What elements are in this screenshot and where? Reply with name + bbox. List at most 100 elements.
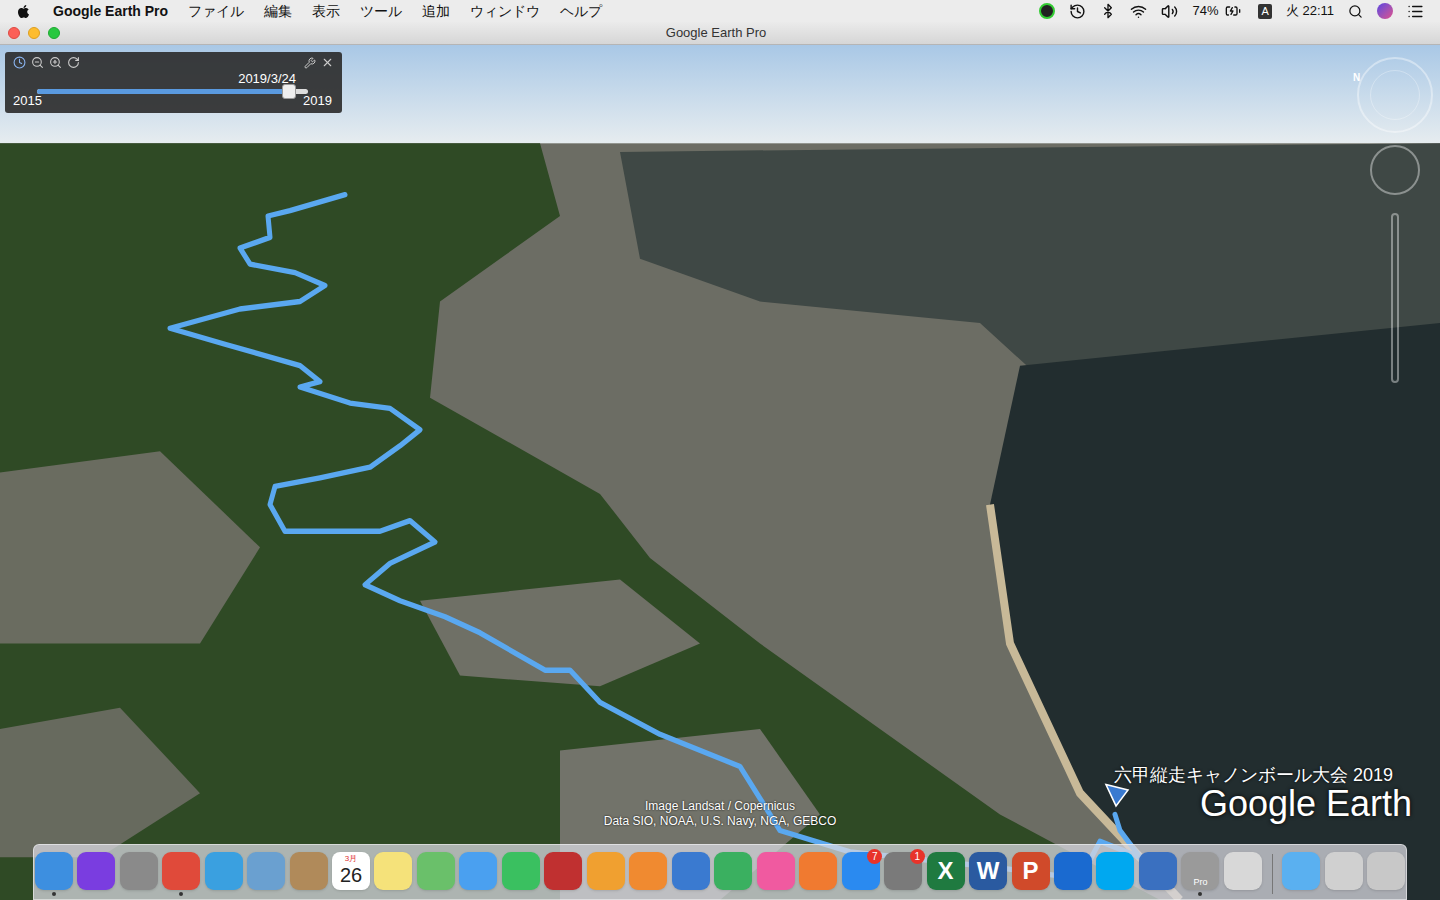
zoom-out-icon[interactable] <box>31 56 44 69</box>
compass-north[interactable]: N <box>1353 73 1360 83</box>
dock-item[interactable] <box>714 852 753 896</box>
time-machine-icon[interactable] <box>1069 3 1086 20</box>
dock-item[interactable] <box>1223 852 1262 896</box>
menu-item[interactable]: ファイル <box>188 1 244 22</box>
slider-fill <box>37 89 289 94</box>
running-dot <box>774 892 778 896</box>
dock-item[interactable]: Pro <box>1181 852 1220 896</box>
app-menu[interactable]: Google Earth Pro <box>53 1 168 22</box>
dock-item[interactable] <box>629 852 668 896</box>
dock-item[interactable] <box>756 852 795 896</box>
menu-item[interactable]: 表示 <box>312 1 340 22</box>
dock-item[interactable] <box>1282 852 1321 896</box>
clock[interactable]: 火 22:11 <box>1286 1 1334 21</box>
dock-item[interactable]: 3月26 <box>331 852 370 896</box>
dock-item[interactable] <box>76 852 115 896</box>
zoom-button[interactable] <box>48 27 60 39</box>
dock-item[interactable] <box>544 852 583 896</box>
battery-icon[interactable] <box>1222 3 1244 19</box>
dock-item[interactable]: 7 <box>841 852 880 896</box>
dock-item[interactable] <box>416 852 455 896</box>
navigation-controls[interactable]: N <box>1356 57 1434 383</box>
attribution: Image Landsat / CopernicusData SIO, NOAA… <box>560 799 880 829</box>
dock-item[interactable]: X <box>926 852 965 896</box>
input-source[interactable]: A <box>1258 4 1271 19</box>
attribution-line: Data SIO, NOAA, U.S. Navy, NGA, GEBCO <box>604 814 837 829</box>
menu-bar: Google Earth Proファイル編集表示ツール追加ウィンドウヘルプ74%… <box>0 0 1440 22</box>
badge: 7 <box>867 849 882 864</box>
dock-item[interactable] <box>586 852 625 896</box>
title-bar: Google Earth Pro <box>0 22 1440 45</box>
menu-item[interactable]: 追加 <box>422 1 450 22</box>
app-icon <box>35 852 73 890</box>
dock-item[interactable] <box>459 852 498 896</box>
volume-icon[interactable] <box>1161 3 1178 20</box>
running-dot <box>264 892 268 896</box>
zoom-slider[interactable] <box>1391 213 1399 383</box>
app-icon <box>714 852 752 890</box>
siri-icon[interactable] <box>1377 3 1393 19</box>
menu-item[interactable]: ツール <box>360 1 402 22</box>
app-icon <box>1054 852 1092 890</box>
app-icon <box>544 852 582 890</box>
dock-item[interactable]: 1 <box>883 852 922 896</box>
dock-item[interactable] <box>289 852 328 896</box>
repeat-icon[interactable] <box>67 56 80 69</box>
running-dot <box>519 892 523 896</box>
menu-item[interactable]: ヘルプ <box>560 1 602 22</box>
close-icon[interactable] <box>321 56 334 69</box>
running-dot <box>1198 892 1202 896</box>
track-label[interactable]: 六甲縦走キャノンボール大会 2019 <box>1114 764 1393 786</box>
close-button[interactable] <box>8 27 20 39</box>
bluetooth-icon[interactable] <box>1100 3 1116 19</box>
move-control[interactable] <box>1370 145 1420 195</box>
look-control[interactable]: N <box>1357 57 1433 133</box>
dock-item[interactable]: W <box>968 852 1007 896</box>
running-dot <box>986 892 990 896</box>
dock-item[interactable] <box>501 852 540 896</box>
range-start: 2015 <box>13 93 42 108</box>
running-dot <box>1113 892 1117 896</box>
running-dot <box>1384 892 1388 896</box>
running-dot <box>1299 892 1303 896</box>
dock-item[interactable] <box>1053 852 1092 896</box>
dock-item[interactable] <box>246 852 285 896</box>
dock-item[interactable] <box>1324 852 1363 896</box>
clock-icon[interactable] <box>13 56 26 69</box>
slider-thumb[interactable] <box>282 84 296 99</box>
track-line[interactable] <box>170 195 1140 879</box>
zoom-in-icon[interactable] <box>49 56 62 69</box>
apple-icon[interactable] <box>16 4 31 19</box>
app-icon <box>120 852 158 890</box>
dock-item[interactable] <box>1367 852 1406 896</box>
dock: 3月26 71XWP Pro <box>33 844 1407 900</box>
dock-item[interactable] <box>1096 852 1135 896</box>
running-dot <box>349 892 353 896</box>
map-view[interactable]: 2019/3/2420152019N六甲縦走キャノンボール大会 2019Goog… <box>0 45 1440 900</box>
dock-item[interactable] <box>204 852 243 896</box>
dock-item[interactable] <box>374 852 413 896</box>
notification-icon[interactable] <box>1407 3 1424 20</box>
time-slider-panel: 2019/3/2420152019 <box>5 52 342 113</box>
wifi-icon[interactable] <box>1130 3 1147 20</box>
dock-item[interactable]: P <box>1011 852 1050 896</box>
slider-track[interactable] <box>37 89 308 94</box>
menu-item[interactable]: ウィンドウ <box>470 1 540 22</box>
status-app-icon[interactable] <box>1039 3 1055 19</box>
dock-item[interactable] <box>671 852 710 896</box>
dock-item[interactable] <box>119 852 158 896</box>
dock-item[interactable] <box>1138 852 1177 896</box>
dock-item[interactable] <box>161 852 200 896</box>
placemark-icon[interactable] <box>1106 785 1128 806</box>
minimize-button[interactable] <box>28 27 40 39</box>
running-dot <box>689 892 693 896</box>
running-dot <box>944 892 948 896</box>
dock-item[interactable] <box>34 852 73 896</box>
spotlight-icon[interactable] <box>1348 4 1363 19</box>
wrench-icon[interactable] <box>304 57 316 69</box>
running-dot <box>859 892 863 896</box>
dock-item[interactable] <box>798 852 837 896</box>
menu-item[interactable]: 編集 <box>264 1 292 22</box>
app-icon <box>1282 852 1320 890</box>
app-window: Google Earth Pro 2019/3/2420152019 N 六甲縦走キャ… <box>0 22 1440 900</box>
